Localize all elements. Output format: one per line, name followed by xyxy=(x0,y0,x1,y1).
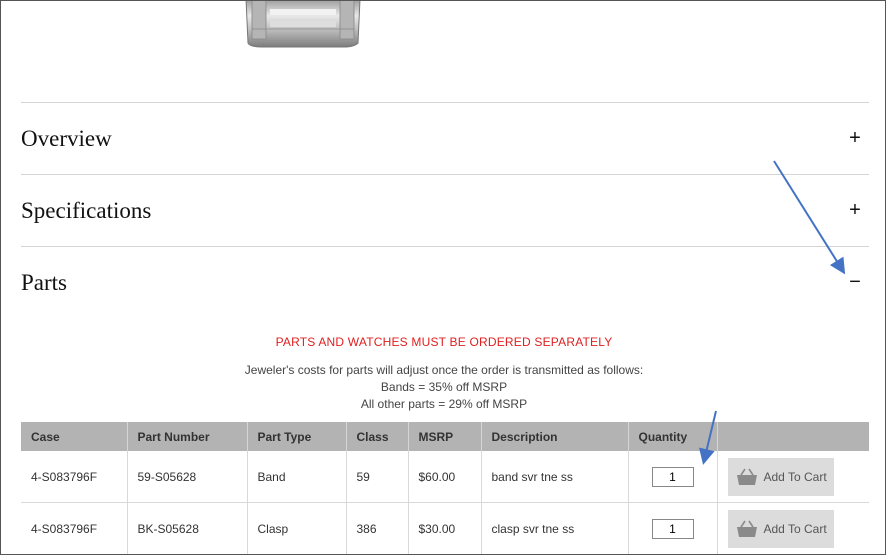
part-type-cell: Band xyxy=(247,451,347,503)
description-cell: clasp svr tne ss xyxy=(481,502,629,554)
description-cell: band svr tne ss xyxy=(481,451,629,503)
part-number-cell: 59-S05628 xyxy=(127,451,248,503)
table-header-row: Case Part Number Part Type Class MSRP De… xyxy=(21,422,869,451)
expand-icon[interactable]: + xyxy=(845,199,865,222)
part-number-cell: BK-S05628 xyxy=(127,502,248,554)
accordion-title: Specifications xyxy=(21,197,152,223)
watch-band-image xyxy=(245,1,361,48)
accordion-parts[interactable]: Parts − xyxy=(21,246,869,318)
quantity-cell xyxy=(628,502,718,554)
add-to-cart-button[interactable]: Add To Cart xyxy=(727,457,834,496)
cart-cell: Add To Cart xyxy=(717,451,869,503)
accordion-specifications[interactable]: Specifications + xyxy=(21,174,869,246)
parts-notice: PARTS AND WATCHES MUST BE ORDERED SEPARA… xyxy=(275,335,613,349)
case-cell: 4-S083796F xyxy=(21,502,128,554)
add-to-cart-button[interactable]: Add To Cart xyxy=(727,509,834,548)
accordion-title: Parts xyxy=(21,269,67,295)
class-cell: 59 xyxy=(346,451,409,503)
msrp-cell: $30.00 xyxy=(408,502,482,554)
page-frame: Overview + Specifications + Parts − PART… xyxy=(0,0,886,555)
msrp-cell: $60.00 xyxy=(408,451,482,503)
column-header-description: Description xyxy=(481,422,629,451)
cart-cell: Add To Cart xyxy=(717,502,869,554)
case-cell: 4-S083796F xyxy=(21,451,128,503)
table-row: 4-S083796F 59-S05628 Band 59 $60.00 band… xyxy=(21,451,869,503)
column-header-part-number: Part Number xyxy=(127,422,248,451)
jeweler-cost-info: Jeweler's costs for parts will adjust on… xyxy=(244,363,644,377)
column-header-msrp: MSRP xyxy=(408,422,482,451)
expand-icon[interactable]: + xyxy=(845,127,865,150)
table-row: 4-S083796F BK-S05628 Clasp 386 $30.00 cl… xyxy=(21,502,869,554)
accordion-overview[interactable]: Overview + xyxy=(21,102,869,174)
column-header-class: Class xyxy=(346,422,409,451)
other-parts-discount: All other parts = 29% off MSRP xyxy=(360,397,528,411)
quantity-input[interactable] xyxy=(651,466,694,487)
part-type-cell: Clasp xyxy=(247,502,347,554)
quantity-input[interactable] xyxy=(651,518,694,539)
column-header-part-type: Part Type xyxy=(247,422,347,451)
basket-icon xyxy=(736,468,757,485)
collapse-icon[interactable]: − xyxy=(845,271,865,294)
quantity-cell xyxy=(628,451,718,503)
bands-discount: Bands = 35% off MSRP xyxy=(380,380,508,394)
basket-icon xyxy=(736,520,757,537)
parts-table: Case Part Number Part Type Class MSRP De… xyxy=(21,422,869,554)
class-cell: 386 xyxy=(346,502,409,554)
add-to-cart-label: Add To Cart xyxy=(763,521,827,536)
column-header-quantity: Quantity xyxy=(628,422,718,451)
column-header-case: Case xyxy=(21,422,128,451)
accordion-title: Overview xyxy=(21,125,112,151)
add-to-cart-label: Add To Cart xyxy=(763,469,827,484)
column-header-actions xyxy=(717,422,869,451)
